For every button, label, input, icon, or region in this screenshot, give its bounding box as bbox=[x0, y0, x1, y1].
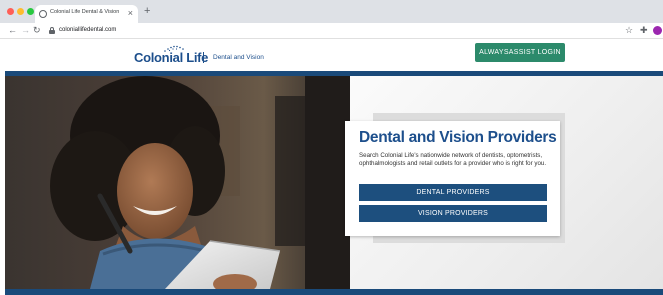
footer-blue-band bbox=[5, 289, 663, 295]
profile-avatar[interactable] bbox=[653, 26, 662, 35]
extensions-icon[interactable]: ✚ bbox=[640, 25, 648, 36]
alwaysassist-login-button[interactable]: ALWAYSASSIST LOGIN bbox=[475, 43, 565, 62]
tab-close-icon[interactable]: × bbox=[128, 7, 133, 19]
hero-photo-woman-on-phone bbox=[5, 76, 350, 289]
vision-providers-button[interactable]: VISION PROVIDERS bbox=[359, 205, 547, 222]
browser-toolbar: ← → ↻ coloniallifedental.com ☆ ✚ bbox=[0, 23, 663, 39]
bookmark-star-icon[interactable]: ☆ bbox=[625, 25, 633, 36]
reload-icon[interactable]: ↻ bbox=[33, 25, 41, 36]
address-bar[interactable]: coloniallifedental.com bbox=[59, 27, 116, 33]
providers-card: Dental and Vision Providers Search Colon… bbox=[345, 121, 560, 236]
card-title: Dental and Vision Providers bbox=[359, 129, 557, 146]
header-subtitle: Dental and Vision bbox=[213, 54, 264, 61]
close-window-button[interactable] bbox=[7, 8, 14, 15]
dental-providers-button[interactable]: DENTAL PROVIDERS bbox=[359, 184, 547, 201]
back-arrow-icon[interactable]: ← bbox=[8, 25, 17, 36]
logo-text: Colonial Life bbox=[134, 50, 209, 65]
header-divider bbox=[203, 52, 204, 63]
maximize-window-button[interactable] bbox=[27, 8, 34, 15]
globe-icon bbox=[39, 10, 47, 18]
hero-photo-illustration bbox=[5, 76, 350, 289]
browser-tab[interactable]: Colonial Life Dental & Vision × bbox=[35, 5, 138, 23]
site-header: Colonial Life Dental and Vision ALWAYSAS… bbox=[0, 40, 663, 71]
colonial-life-logo[interactable]: Colonial Life bbox=[134, 42, 208, 66]
forward-arrow-icon[interactable]: → bbox=[21, 25, 30, 36]
card-description: Search Colonial Life's nationwide networ… bbox=[359, 152, 547, 168]
tab-title: Colonial Life Dental & Vision bbox=[50, 9, 120, 15]
lock-icon[interactable] bbox=[49, 27, 55, 34]
browser-tab-bar: Colonial Life Dental & Vision × + bbox=[0, 0, 663, 23]
minimize-window-button[interactable] bbox=[17, 8, 24, 15]
new-tab-button[interactable]: + bbox=[144, 5, 150, 17]
